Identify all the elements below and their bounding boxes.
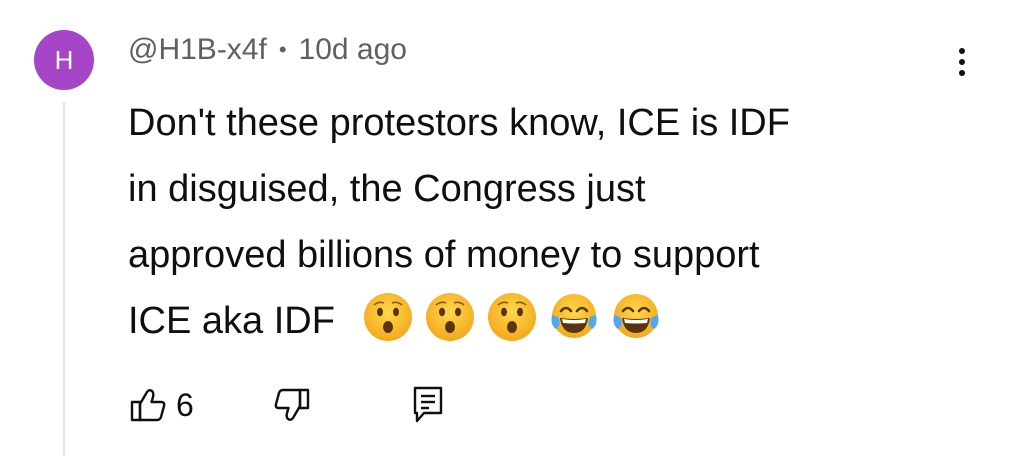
reply-button[interactable] [408, 383, 448, 427]
comment-card: H @H1B-x4f • 10d ago Don't these protest… [0, 0, 1024, 456]
comment-header: @H1B-x4f • 10d ago [128, 30, 407, 70]
comment-text: Don't these protestors know, ICE is IDF … [128, 90, 958, 354]
avatar[interactable]: H [34, 30, 94, 90]
comment-text-line: Don't these protestors know, ICE is IDF [128, 102, 790, 144]
comment-text-line: ICE aka IDF [128, 300, 335, 342]
like-button[interactable]: 6 [128, 385, 194, 425]
more-vertical-icon [959, 48, 965, 54]
comment-text-line: approved billions of money to support [128, 234, 760, 276]
comment-text-line: in disguised, the Congress just [128, 168, 646, 210]
separator-dot: • [278, 37, 287, 62]
avatar-initial: H [54, 44, 74, 75]
dislike-button[interactable] [272, 385, 312, 425]
tears-of-joy-emoji [613, 294, 659, 338]
comment-timestamp[interactable]: 10d ago [299, 33, 407, 67]
comment-actions: 6 [128, 378, 448, 432]
emoji-row [362, 291, 662, 343]
hushed-face-emoji [363, 293, 412, 341]
hushed-face-emoji [487, 293, 536, 341]
more-vertical-icon-dot [959, 59, 965, 65]
author-handle[interactable]: @H1B-x4f [128, 33, 267, 67]
thumbs-up-icon [128, 385, 168, 425]
comment-text-line-last: ICE aka IDF [128, 288, 958, 354]
tears-of-joy-emoji [551, 294, 597, 338]
like-count: 6 [176, 386, 194, 423]
hushed-face-emoji [425, 293, 474, 341]
reply-icon [408, 383, 448, 427]
more-vertical-icon-dot [959, 70, 965, 76]
more-options-button[interactable] [944, 40, 980, 84]
thumbs-down-icon [272, 385, 312, 425]
thread-line [63, 102, 65, 456]
